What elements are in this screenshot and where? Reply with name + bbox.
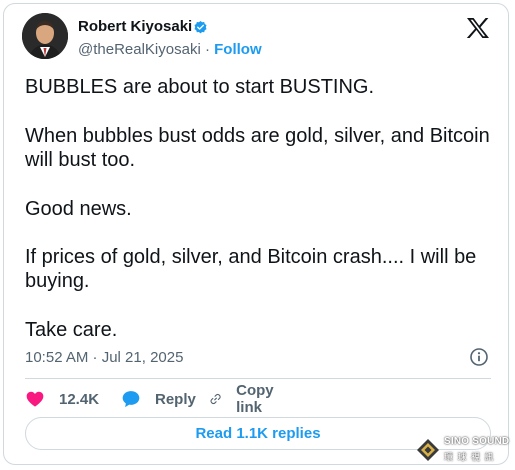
tweet-paragraph: Take care.	[25, 319, 118, 341]
x-logo-icon[interactable]	[466, 17, 490, 39]
verified-badge-icon	[194, 20, 207, 34]
watermark-title: SINO SOUND	[444, 436, 510, 447]
tweet-paragraph: When bubbles bust odds are gold, silver,…	[25, 125, 490, 171]
avatar-image	[22, 13, 68, 59]
follow-button[interactable]: Follow	[214, 41, 262, 58]
handle-row: @theRealKiyosaki · Follow	[78, 41, 262, 59]
author-handle[interactable]: @theRealKiyosaki	[78, 41, 201, 58]
tweet-paragraph: If prices of gold, silver, and Bitcoin c…	[25, 246, 477, 292]
handle-separator: ·	[204, 41, 210, 58]
like-count: 12.4K	[59, 390, 100, 408]
watermark-subtitle: 環 球 視 訊	[444, 452, 495, 462]
copy-link-label: Copy link	[236, 382, 274, 416]
reply-button[interactable]: Reply	[121, 389, 196, 409]
copy-link-button[interactable]: Copy link	[209, 382, 281, 416]
link-icon	[210, 393, 221, 405]
tweet-paragraph: Good news.	[25, 198, 132, 220]
watermark-logo-icon	[417, 439, 439, 461]
watermark: SINO SOUND 環 球 視 訊	[416, 436, 511, 464]
tweet-timestamp[interactable]: 10:52 AM · Jul 21, 2025	[25, 349, 183, 367]
speech-bubble-icon	[122, 391, 140, 408]
info-icon[interactable]	[469, 347, 489, 367]
heart-icon	[26, 391, 44, 407]
tweet-paragraph: BUBBLES are about to start BUSTING.	[25, 76, 375, 98]
reply-label: Reply	[155, 390, 196, 408]
avatar[interactable]	[22, 13, 68, 59]
like-button[interactable]: 12.4K	[25, 389, 99, 409]
author-name[interactable]: Robert Kiyosaki	[78, 18, 192, 36]
divider	[25, 378, 491, 379]
